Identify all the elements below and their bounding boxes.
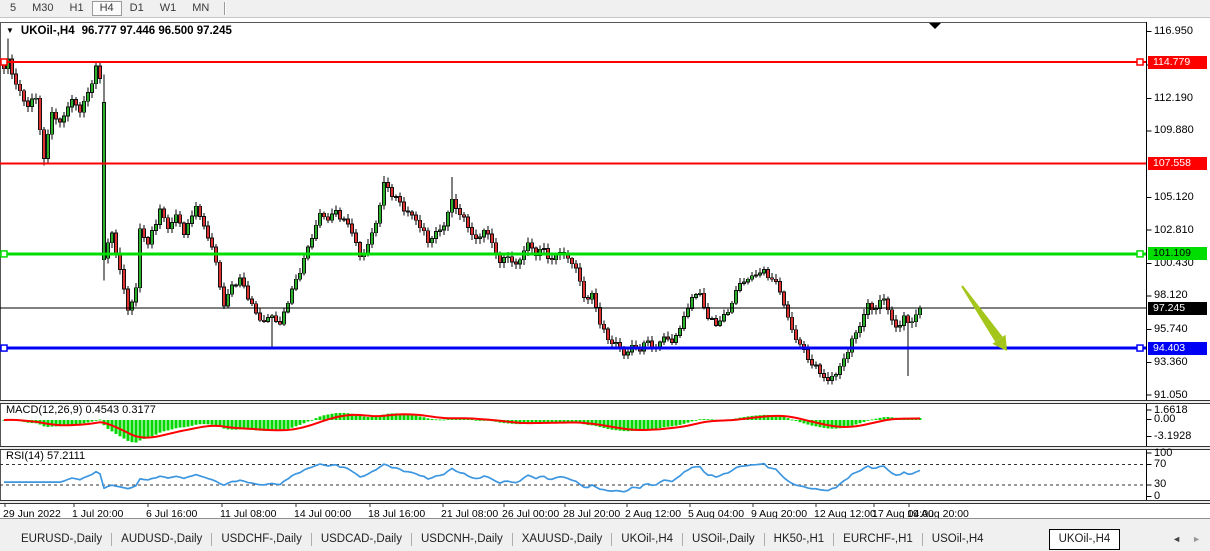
macd-indicator-label: MACD(12,26,9) 0.4543 0.3177: [6, 404, 156, 416]
timeframe-button-5[interactable]: 5: [2, 1, 24, 16]
rsi-scale-label: 100: [1154, 448, 1172, 459]
price-tick-label: 112.190: [1154, 93, 1193, 104]
price-tick-label: 93.360: [1154, 357, 1188, 368]
rsi-indicator-label: RSI(14) 57.2111: [6, 450, 85, 462]
chart-tab-xauusd-daily[interactable]: XAUUSD-,Daily: [513, 528, 612, 550]
chart-canvas[interactable]: ▼ UKOil-,H4 96.777 97.446 96.500 97.245 …: [0, 18, 1210, 551]
chart-tab-ukoil-h4-active[interactable]: UKOil-,H4: [1049, 529, 1121, 550]
timeframe-toolbar: 5M30H1H4D1W1MN: [0, 0, 1210, 18]
chart-tab-hk50-h1[interactable]: HK50-,H1: [765, 528, 834, 550]
tab-scroll-nav: ◄►: [1172, 535, 1201, 544]
price-badge-114.779[interactable]: 114.779: [1148, 56, 1207, 69]
annotations-layer: [929, 23, 1007, 351]
timeframe-button-mn[interactable]: MN: [184, 1, 217, 16]
timeframe-button-m30[interactable]: M30: [24, 1, 61, 16]
mt4-chart-window: 5M30H1H4D1W1MN ▼ UKOil-,H4 96.777 97.446…: [0, 0, 1210, 551]
price-tick-label: 95.740: [1154, 324, 1188, 335]
symbol-dropdown-icon[interactable]: ▼: [6, 26, 14, 36]
candles-layer: [3, 39, 922, 385]
tab-scroll-right-icon[interactable]: ►: [1192, 535, 1201, 544]
price-badge-101.109[interactable]: 101.109: [1148, 247, 1207, 260]
price-tick-label: 98.120: [1154, 290, 1188, 301]
price-tick-label: 116.950: [1154, 26, 1193, 37]
toolbar-separator: [224, 2, 226, 15]
tab-scroll-left-icon[interactable]: ◄: [1172, 535, 1181, 544]
chart-tab-usdcad-daily[interactable]: USDCAD-,Daily: [312, 528, 411, 550]
hline-handle[interactable]: [1137, 59, 1143, 65]
chart-tab-ukoil-h4[interactable]: UKOil-,H4: [612, 528, 682, 550]
price-badge-94.403[interactable]: 94.403: [1148, 342, 1207, 355]
window-bottom-band: EURUSD-,DailyAUDUSD-,DailyUSDCHF-,DailyU…: [0, 518, 1210, 551]
hline-handle[interactable]: [1137, 345, 1143, 351]
chart-title: ▼ UKOil-,H4 96.777 97.446 96.500 97.245: [6, 25, 232, 37]
price-scale[interactable]: 91.05093.36095.74098.120100.430102.81010…: [1147, 18, 1210, 533]
hline-handle[interactable]: [1, 59, 7, 65]
chart-tab-eurchf-h1[interactable]: EURCHF-,H1: [834, 528, 922, 550]
chart-tab-usoil-h4[interactable]: USOil-,H4: [923, 528, 993, 550]
hline-handle[interactable]: [1, 251, 7, 257]
timeframe-button-d1[interactable]: D1: [122, 1, 152, 16]
chart-shift-marker-icon: [929, 23, 941, 29]
price-badge-97.245[interactable]: 97.245: [1148, 302, 1207, 315]
price-badge-107.558[interactable]: 107.558: [1148, 157, 1207, 170]
chart-title-ohlc: 96.777 97.446 96.500 97.245: [82, 25, 232, 37]
macd-pane: [3, 413, 922, 443]
chart-svg: [0, 18, 1210, 551]
trend-arrow-annotation[interactable]: [961, 285, 1002, 341]
chart-title-symbol: UKOil-,H4: [21, 25, 75, 37]
price-tick-label: 105.120: [1154, 192, 1194, 203]
macd-scale-label: 0.00: [1154, 414, 1175, 425]
hline-handle[interactable]: [1, 345, 7, 351]
rsi-scale-label: 0: [1154, 491, 1160, 502]
price-tick-label: 91.050: [1154, 390, 1188, 401]
chart-tab-bar: EURUSD-,DailyAUDUSD-,DailyUSDCHF-,DailyU…: [0, 527, 1210, 551]
chart-tab-audusd-daily[interactable]: AUDUSD-,Daily: [112, 528, 211, 550]
timeframe-button-w1[interactable]: W1: [152, 1, 185, 16]
hline-handle[interactable]: [1137, 251, 1143, 257]
rsi-pane: [0, 464, 1146, 492]
rsi-scale-label: 70: [1154, 459, 1166, 470]
price-tick-label: 109.880: [1154, 125, 1194, 136]
timeframe-button-h1[interactable]: H1: [62, 1, 92, 16]
macd-scale-label: -3.1928: [1154, 431, 1191, 442]
price-tick-label: 102.810: [1154, 225, 1194, 236]
rsi-scale-label: 30: [1154, 479, 1166, 490]
timeframe-button-h4[interactable]: H4: [92, 1, 122, 16]
chart-tab-usdcnh-daily[interactable]: USDCNH-,Daily: [412, 528, 512, 550]
chart-tab-eurusd-daily[interactable]: EURUSD-,Daily: [12, 528, 111, 550]
chart-tab-usdchf-daily[interactable]: USDCHF-,Daily: [212, 528, 311, 550]
chart-tab-usoil-daily[interactable]: USOil-,Daily: [683, 528, 764, 550]
